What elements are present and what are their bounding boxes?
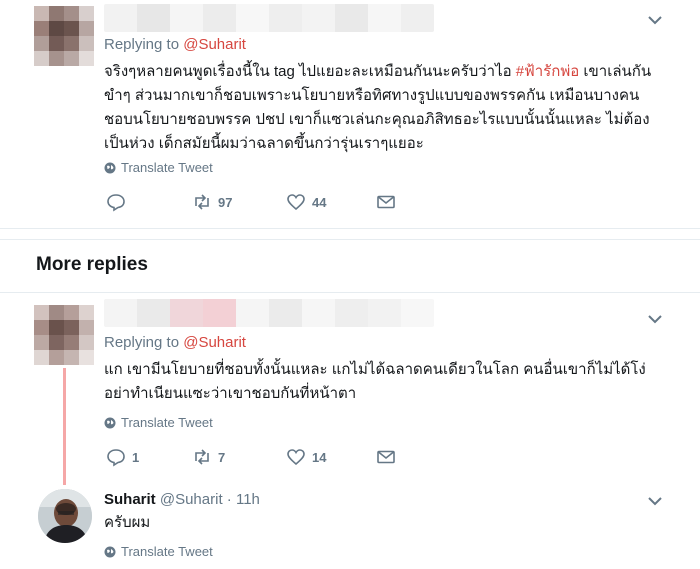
translate-tweet-link[interactable]: Translate Tweet [104,160,213,175]
reply-button[interactable] [106,192,192,212]
direct-message-button[interactable] [376,192,396,212]
tweet-timestamp[interactable]: 11h [236,491,260,508]
avatar[interactable] [38,489,92,543]
replying-handle-link[interactable]: @Suharit [183,334,246,351]
user-photo-icon [38,489,92,543]
tweet-text-part: เขาเล่นกัน [579,63,652,80]
retweet-icon [195,449,209,465]
replying-to: Replying to @Suharit [104,36,246,53]
avatar-pixelated[interactable] [34,6,94,66]
reply-button[interactable]: 1 [106,447,192,467]
reply-count: 1 [132,449,140,465]
envelope-icon [377,195,395,209]
reply-icon [107,194,125,212]
chevron-down-icon[interactable] [647,12,663,28]
reply-icon [107,449,125,467]
divider [0,239,700,240]
translate-label: Translate Tweet [121,160,213,175]
chevron-down-icon[interactable] [647,311,663,327]
dot-separator: · [222,491,236,508]
replying-handle-link[interactable]: @Suharit [183,36,246,53]
like-button[interactable]: 14 [286,447,376,467]
tweet-text: ครับผม [104,514,151,531]
section-gap [0,229,700,239]
hashtag-link[interactable]: #ฟ้ารักพ่อ [516,63,579,80]
translate-tweet-link[interactable]: Translate Tweet [104,415,213,430]
retweet-button[interactable]: 97 [192,192,286,212]
tweet-actions: 1 7 14 [106,447,396,467]
translate-label: Translate Tweet [121,415,213,430]
tweet-text: แก เขามีนโยบายที่ชอบทั้งนั้นแหละ แกไม่ได… [104,361,646,402]
thread-connector-line [63,368,66,485]
tweet-2[interactable]: Replying to @Suharit แก เขามีนโยบายที่ชอ… [0,293,700,483]
retweet-count: 7 [218,449,226,465]
tweet-text-part: จริงๆหลายคนพูดเรื่องนี้ใน tag ไปแยอะละเห… [104,63,516,80]
avatar-pixelated[interactable] [34,305,94,365]
tweet-3[interactable]: Suharit @Suharit · 11h ครับผม Translate … [0,483,700,569]
tweet-1[interactable]: Replying to @Suharit จริงๆหลายคนพูดเรื่อ… [0,0,700,228]
like-count: 14 [312,449,327,465]
author-name-blurred[interactable] [104,4,434,32]
heart-icon [287,449,305,466]
globe-icon [104,162,116,173]
like-button[interactable]: 44 [286,192,376,212]
like-count: 44 [312,194,327,210]
author-name[interactable]: Suharit [104,491,156,508]
author-name-blurred[interactable] [104,299,434,327]
translate-tweet-link[interactable]: Translate Tweet [104,544,213,559]
globe-icon [104,417,116,428]
translate-label: Translate Tweet [121,544,213,559]
tweet-author: Suharit @Suharit · 11h [104,491,260,508]
tweet-actions: 97 44 [106,192,396,212]
heart-icon [287,194,305,211]
tweet-text-part: ขำๆ ส่วนมากเขาก็ชอบเพราะนโยบายหรือทิศทาง… [104,87,650,152]
tweet-text: จริงๆหลายคนพูดเรื่องนี้ใน tag ไปแยอะละเห… [104,60,664,156]
globe-icon [104,546,116,557]
author-handle[interactable]: @Suharit [160,491,223,508]
replying-to: Replying to @Suharit [104,334,246,351]
retweet-count: 97 [218,194,233,210]
envelope-icon [377,450,395,464]
retweet-icon [195,194,209,210]
more-replies-heading: More replies [36,254,148,275]
retweet-button[interactable]: 7 [192,447,286,467]
chevron-down-icon[interactable] [647,493,663,509]
direct-message-button[interactable] [376,447,396,467]
replying-prefix: Replying to [104,334,180,351]
replying-prefix: Replying to [104,36,180,53]
